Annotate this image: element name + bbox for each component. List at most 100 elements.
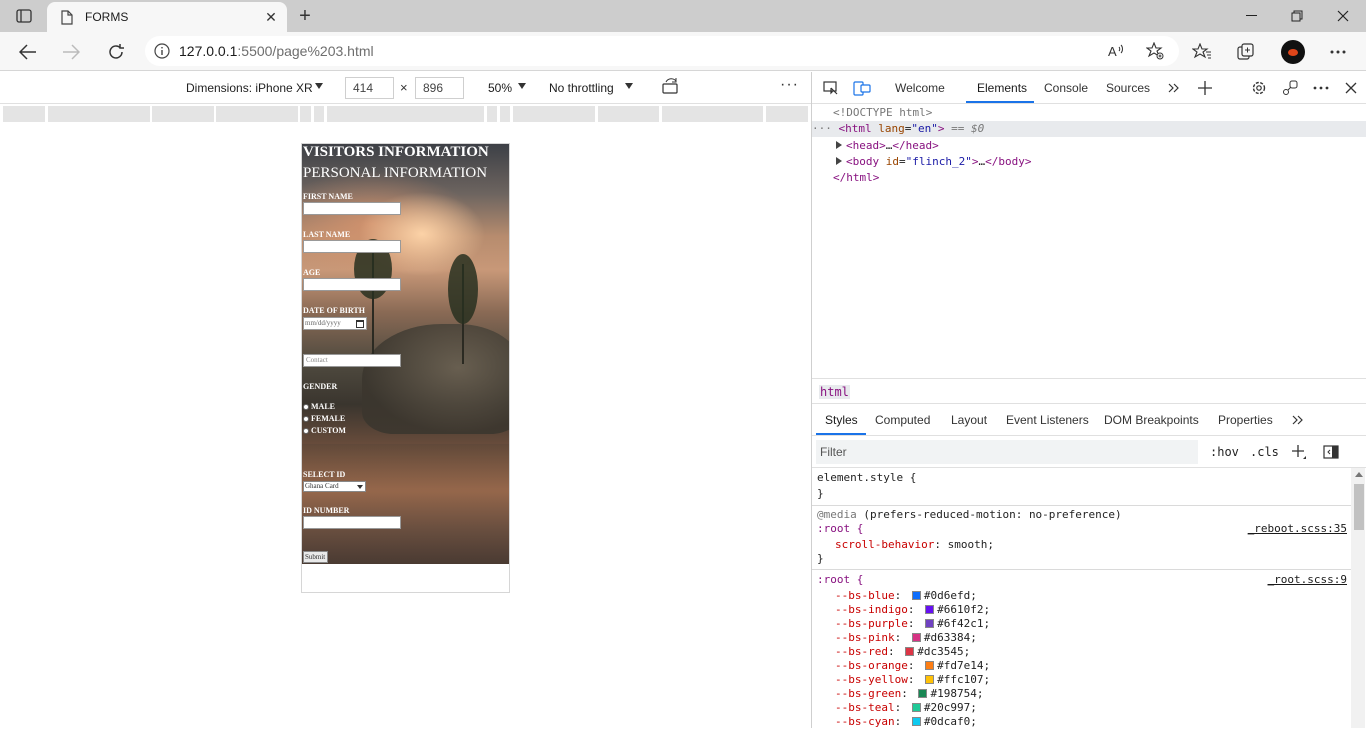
first-name-field[interactable] <box>303 202 401 215</box>
site-info-icon[interactable] <box>145 43 179 59</box>
select-id-dropdown[interactable]: Ghana Card <box>303 481 366 492</box>
tab-layout[interactable]: Layout <box>951 413 987 427</box>
source-link-root[interactable]: _root.scss:9 <box>1268 573 1347 586</box>
tab-dom-breakpoints[interactable]: DOM Breakpoints <box>1104 413 1199 427</box>
new-tab-icon[interactable]: + <box>294 5 316 27</box>
css-variable-declaration[interactable]: --bs-purple: #6f42c1; <box>835 617 990 631</box>
submit-button[interactable]: Submit <box>303 551 328 563</box>
css-variable-declaration[interactable]: --bs-green: #198754; <box>835 687 983 701</box>
address-bar[interactable]: 127.0.0.1:5500/page%203.html A <box>145 36 1179 66</box>
contact-field[interactable]: Contact <box>303 354 401 367</box>
tab-computed[interactable]: Computed <box>875 413 930 427</box>
css-variable-declaration[interactable]: --bs-orange: #fd7e14; <box>835 659 990 673</box>
more-tabs-icon[interactable] <box>1164 78 1184 98</box>
restore-icon[interactable] <box>1274 0 1320 32</box>
chevron-down-icon[interactable] <box>518 83 526 89</box>
color-swatch-icon[interactable] <box>925 661 935 670</box>
device-emulation-icon[interactable] <box>852 78 872 98</box>
tab-sources[interactable]: Sources <box>1106 81 1150 95</box>
gender-radio-male[interactable]: MALE <box>303 402 335 411</box>
rotate-icon[interactable] <box>662 78 682 98</box>
hover-state-button[interactable]: :hov <box>1210 445 1239 459</box>
color-swatch-icon[interactable] <box>911 703 921 712</box>
css-variable-declaration[interactable]: --bs-pink: #d63384; <box>835 631 977 645</box>
refresh-icon[interactable] <box>103 39 129 65</box>
browser-tab[interactable]: FORMS ✕ <box>47 2 287 32</box>
dom-node-html[interactable]: ··· <html lang="en"> == $0 <box>812 121 1366 137</box>
class-toggle-button[interactable]: .cls <box>1250 445 1279 459</box>
profile-avatar[interactable] <box>1281 40 1305 64</box>
styles-filter-input[interactable]: Filter <box>816 440 1198 464</box>
scroll-up-icon[interactable] <box>1355 472 1363 477</box>
expand-triangle-icon[interactable] <box>836 141 842 149</box>
throttling-dropdown[interactable]: No throttling <box>549 81 614 95</box>
css-variable-declaration[interactable]: --bs-indigo: #6610f2; <box>835 603 990 617</box>
age-field[interactable] <box>303 278 401 291</box>
color-swatch-icon[interactable] <box>911 717 921 726</box>
connect-icon[interactable] <box>1280 78 1300 98</box>
root-selector-2[interactable]: :root { <box>817 573 863 587</box>
source-link-reboot[interactable]: _reboot.scss:35 <box>1248 522 1347 535</box>
tab-properties[interactable]: Properties <box>1218 413 1273 427</box>
scroll-behavior-declaration[interactable]: scroll-behavior: smooth; <box>835 538 994 552</box>
tab-welcome[interactable]: Welcome <box>895 81 945 95</box>
color-swatch-icon[interactable] <box>925 675 935 684</box>
css-variable-declaration[interactable]: --bs-blue: #0d6efd; <box>835 589 977 603</box>
tab-actions-icon[interactable] <box>10 6 38 26</box>
dom-node-head[interactable]: <head>…</head> <box>836 138 939 154</box>
add-favorite-icon[interactable] <box>1145 41 1165 61</box>
dob-field[interactable]: mm/dd/yyyy <box>303 317 367 330</box>
breadcrumb-item-html[interactable]: html <box>819 385 850 399</box>
css-variable-declaration[interactable]: --bs-red: #dc3545; <box>835 645 970 659</box>
close-tab-icon[interactable]: ✕ <box>261 7 281 27</box>
media-query-bar[interactable] <box>0 104 811 122</box>
favorites-icon[interactable] <box>1189 39 1215 65</box>
settings-more-icon[interactable] <box>1325 39 1351 65</box>
color-swatch-icon[interactable] <box>905 647 915 656</box>
device-width-input[interactable]: 414 <box>345 77 394 99</box>
device-height-input[interactable]: 896 <box>415 77 464 99</box>
zoom-dropdown[interactable]: 50% <box>488 81 512 95</box>
minimize-icon[interactable] <box>1228 0 1274 32</box>
close-window-icon[interactable] <box>1320 0 1366 32</box>
inspect-element-icon[interactable] <box>821 78 841 98</box>
css-variable-declaration[interactable]: --bs-yellow: #ffc107; <box>835 673 990 687</box>
close-devtools-icon[interactable] <box>1341 78 1361 98</box>
last-name-field[interactable] <box>303 240 401 253</box>
tab-event-listeners[interactable]: Event Listeners <box>1006 413 1089 427</box>
dom-node-body[interactable]: <body id="flinch_2">…</body> <box>836 154 1031 170</box>
element-style-rule[interactable]: element.style { <box>817 471 916 485</box>
tab-elements[interactable]: Elements <box>977 81 1027 95</box>
forward-icon[interactable] <box>58 39 84 65</box>
toggle-sidebar-icon[interactable] <box>1321 442 1341 462</box>
color-swatch-icon[interactable] <box>911 591 921 600</box>
color-swatch-icon[interactable] <box>911 633 921 642</box>
css-variable-declaration[interactable]: --bs-teal: #20c997; <box>835 701 977 715</box>
gear-icon[interactable] <box>1249 78 1269 98</box>
tab-console[interactable]: Console <box>1044 81 1088 95</box>
new-style-rule-icon[interactable] <box>1289 442 1309 462</box>
styles-scrollbar[interactable] <box>1351 468 1365 728</box>
root-selector-1[interactable]: :root { <box>817 522 863 536</box>
css-variable-declaration[interactable]: --bs-cyan: #0dcaf0; <box>835 715 977 729</box>
devtools-more-icon[interactable] <box>1311 78 1331 98</box>
tab-styles[interactable]: Styles <box>825 413 858 427</box>
id-number-field[interactable] <box>303 516 401 529</box>
color-swatch-icon[interactable] <box>918 689 928 698</box>
chevron-down-icon[interactable] <box>315 83 323 89</box>
back-icon[interactable] <box>15 39 41 65</box>
device-dimensions-dropdown[interactable]: Dimensions: iPhone XR <box>186 81 313 95</box>
collections-icon[interactable] <box>1233 39 1259 65</box>
dom-node-html-close[interactable]: </html> <box>833 170 879 186</box>
calendar-icon[interactable] <box>356 320 364 328</box>
dom-node-doctype[interactable]: <!DOCTYPE html> <box>833 105 932 121</box>
read-aloud-icon[interactable]: A <box>1107 41 1127 61</box>
scrollbar-thumb[interactable] <box>1354 484 1364 530</box>
chevron-down-icon[interactable] <box>625 83 633 89</box>
device-toolbar-more-icon[interactable]: ··· <box>780 76 799 94</box>
gender-radio-female[interactable]: FEMALE <box>303 414 345 423</box>
color-swatch-icon[interactable] <box>925 619 935 628</box>
color-swatch-icon[interactable] <box>925 605 935 614</box>
add-tool-icon[interactable] <box>1195 78 1215 98</box>
more-subtabs-icon[interactable] <box>1288 410 1308 430</box>
